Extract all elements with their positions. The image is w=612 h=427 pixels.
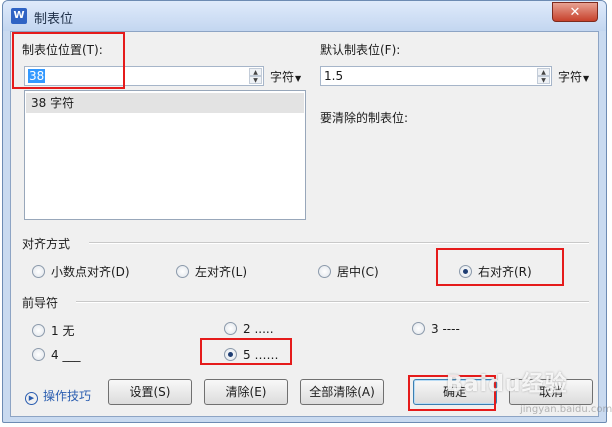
leader-dashes-label: 3 ----	[431, 322, 460, 336]
divider	[89, 242, 589, 244]
radio-icon	[32, 324, 45, 337]
dialog-title: 制表位	[34, 12, 74, 27]
tips-link[interactable]: ▶ 操作技巧	[25, 387, 91, 405]
leader-dots-radio[interactable]: 2 .....	[224, 322, 274, 336]
default-tab-unit-dropdown[interactable]: 字符▼	[558, 68, 589, 85]
spin-down-icon[interactable]: ▼	[537, 76, 550, 84]
tabs-to-clear-label: 要清除的制表位:	[320, 111, 409, 125]
close-button[interactable]: ✕	[552, 2, 598, 22]
leader-none-label: 1 无	[51, 324, 75, 338]
default-tab-unit: 字符	[558, 70, 583, 84]
leader-dots-label: 2 .....	[243, 322, 274, 336]
spin-up-icon[interactable]: ▲	[537, 68, 550, 76]
default-tab-value: 1.5	[324, 69, 344, 83]
radio-icon	[224, 322, 237, 335]
tips-label: 操作技巧	[43, 389, 92, 403]
tab-position-unit: 字符	[270, 70, 295, 84]
radio-icon	[32, 348, 45, 361]
set-button[interactable]: 设置(S)	[108, 379, 192, 405]
leader-underline-radio[interactable]: 4 ___	[32, 348, 80, 362]
spin-up-icon[interactable]: ▲	[249, 68, 262, 76]
wps-app-icon: W	[11, 8, 27, 24]
leader-underline-label: 4 ___	[51, 348, 81, 362]
align-center-label: 居中(C)	[337, 265, 379, 279]
radio-icon	[32, 265, 45, 278]
leader-group-title: 前导符	[22, 296, 59, 310]
baidu-watermark: Baidu经验	[446, 372, 568, 397]
clear-button[interactable]: 清除(E)	[204, 379, 288, 405]
align-decimal-label: 小数点对齐(D)	[51, 265, 130, 279]
radio-icon	[318, 265, 331, 278]
default-tab-label: 默认制表位(F):	[320, 43, 401, 57]
align-center-radio[interactable]: 居中(C)	[318, 263, 379, 280]
highlight-tab-position	[12, 32, 125, 89]
chevron-down-icon: ▼	[583, 74, 590, 83]
spin-down-icon[interactable]: ▼	[249, 76, 262, 84]
tab-position-unit-dropdown[interactable]: 字符▼	[270, 68, 301, 85]
tab-stop-list[interactable]: 38 字符	[24, 90, 306, 220]
alignment-group-title: 对齐方式	[22, 237, 71, 251]
highlight-leader-5	[200, 338, 292, 365]
align-left-radio[interactable]: 左对齐(L)	[176, 263, 247, 280]
tab-position-spinner[interactable]: ▲ ▼	[249, 68, 262, 84]
align-decimal-radio[interactable]: 小数点对齐(D)	[32, 263, 130, 280]
play-circle-icon: ▶	[25, 392, 38, 405]
default-tab-input[interactable]: 1.5 ▲ ▼	[320, 66, 552, 86]
clear-all-button[interactable]: 全部清除(A)	[300, 379, 384, 405]
default-tab-spinner[interactable]: ▲ ▼	[537, 68, 550, 84]
radio-icon	[412, 322, 425, 335]
leader-none-radio[interactable]: 1 无	[32, 322, 74, 339]
align-left-label: 左对齐(L)	[195, 265, 248, 279]
chevron-down-icon: ▼	[295, 74, 302, 83]
divider	[76, 301, 589, 303]
baidu-watermark-url: jingyan.baidu.com	[520, 404, 612, 415]
title-bar[interactable]: W 制表位 ✕	[3, 1, 606, 31]
leader-dashes-radio[interactable]: 3 ----	[412, 322, 460, 336]
radio-icon	[176, 265, 189, 278]
list-item[interactable]: 38 字符	[26, 93, 304, 113]
highlight-align-right	[436, 248, 564, 286]
